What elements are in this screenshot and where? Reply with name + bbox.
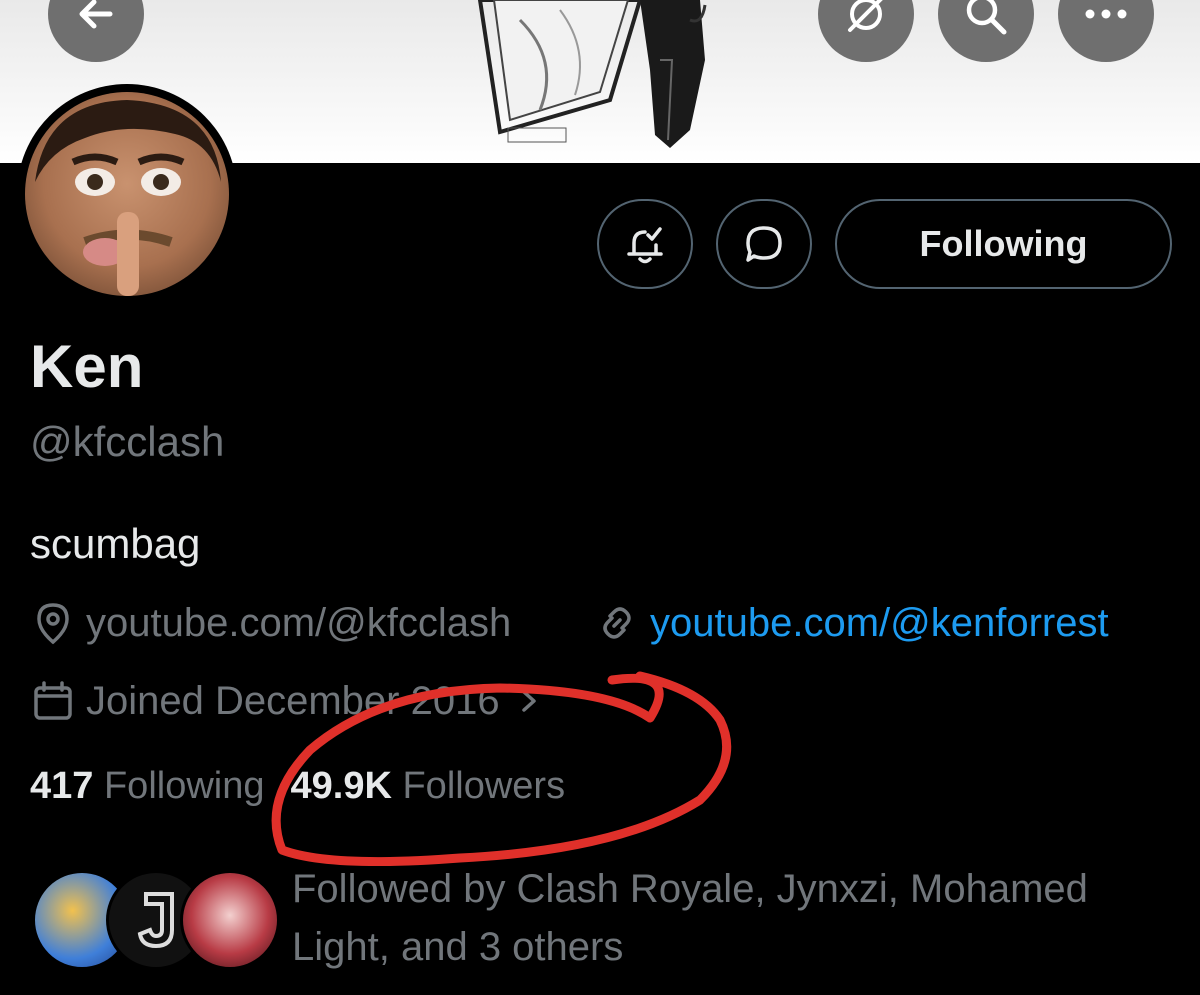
bell-check-icon xyxy=(627,227,663,264)
website-link[interactable]: youtube.com/@kenforrest xyxy=(650,601,1109,646)
follow-stats: 417 Following 49.9K Followers xyxy=(30,765,565,808)
followers-stat[interactable]: 49.9K Followers xyxy=(291,765,566,808)
joined-row: Joined December 2016 xyxy=(30,678,544,724)
username-handle: @kfcclash xyxy=(30,418,225,465)
profile-avatar[interactable] xyxy=(17,84,237,304)
followed-by-text[interactable]: Followed by Clash Royale, Jynxzi, Mohame… xyxy=(292,860,1172,976)
followers-label: Followers xyxy=(402,765,566,807)
back-arrow-icon xyxy=(79,0,113,29)
profile-bio: scumbag xyxy=(30,520,201,567)
location-pin-icon xyxy=(37,603,69,645)
location-row: youtube.com/@kfcclash xyxy=(30,600,511,646)
avatar-photo xyxy=(25,92,229,296)
link-icon xyxy=(603,607,631,639)
website-row: youtube.com/@kenforrest xyxy=(594,600,1109,646)
calendar-icon xyxy=(34,681,72,720)
following-button[interactable]: Following xyxy=(835,199,1172,289)
search-icon xyxy=(966,0,1007,35)
notifications-button[interactable] xyxy=(597,199,693,289)
chevron-right-icon[interactable] xyxy=(514,686,544,716)
following-label: Following xyxy=(103,765,265,807)
following-count: 417 xyxy=(30,765,94,807)
more-icon xyxy=(1085,9,1127,19)
following-stat[interactable]: 417 Following xyxy=(30,765,265,808)
follower-avatar-mohamed-light xyxy=(180,870,280,970)
followers-count: 49.9K xyxy=(290,765,392,807)
grok-icon xyxy=(848,0,883,32)
message-button[interactable] xyxy=(716,199,812,289)
joined-date: Joined December 2016 xyxy=(86,678,500,723)
location-text: youtube.com/@kfcclash xyxy=(86,600,512,645)
following-button-label: Following xyxy=(919,223,1088,264)
followed-by-avatars[interactable] xyxy=(32,870,280,974)
message-bubble-icon xyxy=(746,226,782,262)
display-name: Ken xyxy=(30,333,144,400)
